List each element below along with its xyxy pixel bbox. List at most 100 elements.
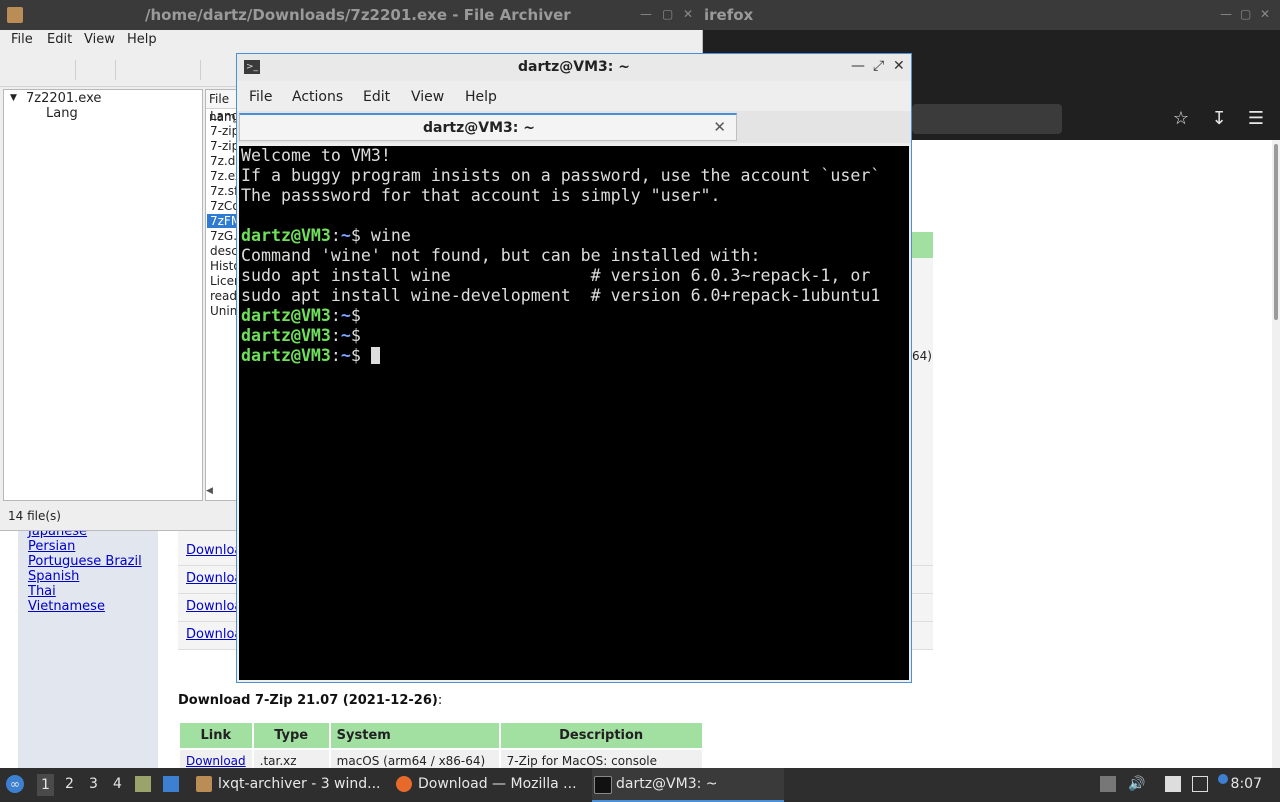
archive-icon	[196, 776, 212, 792]
firefox-title: irefox	[704, 6, 754, 24]
firefox-icon	[396, 776, 412, 792]
tree-item-lang[interactable]: Lang	[46, 106, 78, 121]
archiver-title: /home/dartz/Downloads/7z2201.exe - File …	[145, 6, 571, 24]
command-text: wine	[370, 226, 411, 245]
list-item[interactable]: Lang	[210, 109, 239, 123]
minimize-icon[interactable]: —	[851, 58, 865, 74]
prompt-path: ~	[340, 326, 351, 345]
prompt-symbol: $	[350, 306, 361, 325]
download-heading: Download 7-Zip 21.07 (2021-12-26):	[178, 693, 442, 708]
file-manager-icon[interactable]	[135, 776, 151, 792]
archive-icon	[7, 7, 23, 23]
clipboard-icon[interactable]	[1165, 776, 1181, 792]
column-header-link: Link	[180, 723, 252, 748]
prompt-path: ~	[340, 346, 351, 365]
download-link[interactable]: Download	[186, 754, 246, 768]
terminal-line: sudo apt install wine # version 6.0.3~re…	[241, 266, 871, 285]
menu-help[interactable]: Help	[465, 89, 497, 105]
notification-icon[interactable]	[1218, 774, 1228, 784]
network-icon[interactable]	[1192, 776, 1208, 792]
desktop-3[interactable]: 3	[89, 776, 98, 792]
column-header-system: System	[330, 723, 499, 748]
terminal-icon	[594, 776, 612, 794]
terminal-line: If a buggy program insists on a password…	[241, 166, 881, 185]
archiver-menubar: File Edit View Help	[0, 30, 702, 50]
menu-edit[interactable]: Edit	[47, 32, 72, 47]
prompt-separator: :	[330, 306, 341, 325]
task-label: lxqt-archiver - 3 wind...	[218, 776, 381, 792]
terminal-tabbar: dartz@VM3: ~ ✕	[237, 111, 911, 143]
terminal-window: >_ dartz@VM3: ~ — ⤢ ✕ File Actions Edit …	[236, 53, 912, 683]
scroll-left-icon[interactable]: ◀	[206, 486, 236, 500]
url-bar[interactable]	[912, 104, 1062, 134]
taskbar: ∞ 1 2 3 4 lxqt-archiver - 3 wind... Down…	[0, 768, 1280, 802]
language-link[interactable]: Persian	[28, 539, 75, 554]
terminal-line: Welcome to VM3!	[241, 146, 391, 165]
menu-view[interactable]: View	[84, 32, 115, 47]
menu-help[interactable]: Help	[127, 32, 157, 47]
close-icon[interactable]: ✕	[1260, 7, 1270, 21]
downloads-icon[interactable]: ↧	[1208, 108, 1230, 130]
close-icon[interactable]: ✕	[683, 7, 693, 21]
folder-tree[interactable]: ▼ 7z2201.exe Lang	[3, 89, 203, 501]
prompt-user: dartz@VM3	[241, 346, 331, 365]
tree-root[interactable]: 7z2201.exe	[26, 91, 101, 106]
minimize-icon[interactable]: —	[640, 7, 652, 21]
terminal-menubar: File Actions Edit View Help	[237, 81, 911, 111]
start-menu-icon[interactable]: ∞	[6, 775, 24, 793]
desktop-1[interactable]: 1	[37, 774, 54, 796]
maximize-icon[interactable]: ▢	[662, 7, 673, 21]
menu-actions[interactable]: Actions	[292, 89, 343, 105]
language-sidebar: Japanese Persian Portuguese Brazil Spani…	[18, 520, 158, 770]
tab-title: dartz@VM3: ~	[423, 120, 535, 136]
task-label: dartz@VM3: ~	[616, 776, 718, 792]
firefox-titlebar: irefox — ▢ ✕	[700, 0, 1280, 30]
prompt-path: ~	[340, 226, 351, 245]
terminal-screen[interactable]: Welcome to VM3! If a buggy program insis…	[239, 146, 909, 680]
prompt-symbol: $	[350, 346, 361, 365]
volume-icon[interactable]: 🔊	[1128, 776, 1145, 792]
archiver-titlebar: /home/dartz/Downloads/7z2201.exe - File …	[0, 0, 700, 30]
clock[interactable]: 8:07	[1231, 768, 1262, 800]
maximize-icon[interactable]: ▢	[1240, 7, 1251, 21]
keyboard-layout-icon[interactable]	[1100, 776, 1116, 792]
terminal-line: The passsword for that account is simply…	[241, 186, 721, 205]
page-scrollbar[interactable]	[1272, 140, 1280, 768]
expand-arrow-icon[interactable]: ▼	[10, 93, 17, 103]
menu-file[interactable]: File	[11, 32, 33, 47]
terminal-tab[interactable]: dartz@VM3: ~ ✕	[239, 113, 737, 141]
maximize-icon[interactable]: ⤢	[873, 58, 884, 74]
task-terminal[interactable]: dartz@VM3: ~	[592, 768, 784, 802]
minimize-icon[interactable]: —	[1220, 7, 1232, 21]
desktop-2[interactable]: 2	[65, 776, 74, 792]
text-cursor	[370, 347, 380, 364]
task-firefox[interactable]: Download — Mozilla ...	[394, 768, 608, 800]
language-link[interactable]: Portuguese Brazil	[28, 554, 142, 569]
prompt-separator: :	[330, 226, 341, 245]
close-icon[interactable]: ✕	[893, 58, 905, 74]
terminal-line: sudo apt install wine-development # vers…	[241, 286, 881, 305]
language-link[interactable]: Spanish	[28, 569, 79, 584]
prompt-path: ~	[340, 306, 351, 325]
task-archiver[interactable]: lxqt-archiver - 3 wind...	[194, 768, 408, 800]
desktop-4[interactable]: 4	[113, 776, 122, 792]
terminal-titlebar: >_ dartz@VM3: ~ — ⤢ ✕	[237, 54, 911, 81]
hamburger-menu-icon[interactable]: ☰	[1245, 108, 1267, 130]
language-link[interactable]: Vietnamese	[28, 599, 105, 614]
show-desktop-icon[interactable]	[163, 776, 179, 792]
download-heading-text: Download 7-Zip 21.07 (2021-12-26)	[178, 693, 438, 708]
close-tab-icon[interactable]: ✕	[713, 118, 726, 136]
menu-view[interactable]: View	[411, 89, 444, 105]
status-text: 14 file(s)	[8, 509, 61, 523]
language-link[interactable]: Thai	[28, 584, 56, 599]
prompt-symbol: $	[350, 326, 361, 345]
download-heading-suffix: :	[437, 693, 443, 708]
column-header-type: Type	[253, 723, 329, 748]
task-label: Download — Mozilla ...	[418, 776, 577, 792]
prompt-user: dartz@VM3	[241, 306, 331, 325]
menu-edit[interactable]: Edit	[363, 89, 390, 105]
prompt-symbol: $	[350, 226, 361, 245]
menu-file[interactable]: File	[249, 89, 272, 105]
prompt-user: dartz@VM3	[241, 226, 331, 245]
bookmark-star-icon[interactable]: ☆	[1170, 108, 1192, 130]
